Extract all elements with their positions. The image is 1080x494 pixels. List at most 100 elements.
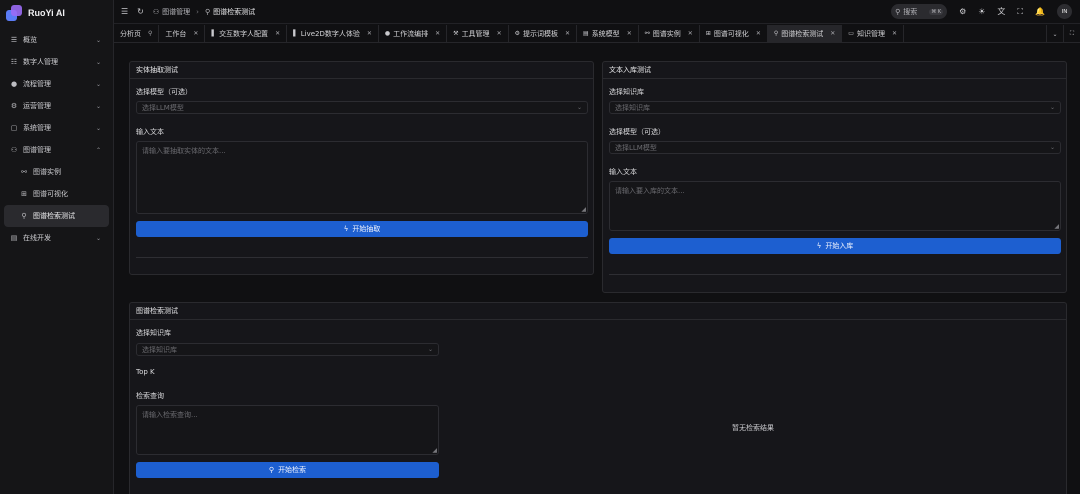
refresh-icon[interactable]: ↻	[137, 7, 144, 16]
tabs-dropdown-icon[interactable]: ⌄	[1046, 25, 1063, 43]
sidebar-item-graph-instance[interactable]: ⚯ 图谱实例	[4, 161, 109, 183]
breadcrumb: ⚇ 图谱管理 › ⚲ 图谱检索测试	[153, 7, 255, 17]
sidebar-menu: ☰ 概览 ⌄ ☷ 数字人管理 ⌄ ● 流程管理 ⌄ ⚙ 运营管理 ⌄ ▢ 系统管…	[0, 25, 113, 253]
tab-graph-instance[interactable]: ⚯ 图谱实例 ✕	[639, 25, 700, 42]
search-label: 搜索	[903, 7, 918, 16]
graph-icon: ⚇	[152, 7, 160, 16]
resize-handle-icon[interactable]: ◢	[581, 206, 586, 213]
chevron-down-icon: ⌄	[95, 58, 101, 66]
tab-analysis[interactable]: 分析页 ⚲	[114, 25, 160, 42]
sidebar-item-operation[interactable]: ⚙ 运营管理 ⌄	[4, 95, 109, 117]
sidebar-item-graph[interactable]: ⚇ 图谱管理 ⌃	[4, 139, 109, 161]
resize-handle-icon[interactable]: ◢	[432, 447, 437, 454]
book-icon: ▭	[848, 30, 854, 37]
close-icon[interactable]: ✕	[565, 30, 570, 37]
menu-toggle-icon[interactable]: ☰	[121, 7, 128, 16]
device-icon: ▌	[293, 30, 298, 37]
sidebar-item-label: 图谱检索测试	[33, 212, 75, 220]
sidebar-item-system[interactable]: ▢ 系统管理 ⌄	[4, 117, 109, 139]
tab-label: 工作台	[165, 29, 187, 38]
close-icon[interactable]: ✕	[756, 30, 761, 37]
ingest-text-input[interactable]: 请输入要入库的文本... ◢	[609, 181, 1061, 231]
tab-label: Live2D数字人体验	[300, 29, 360, 38]
tab-tools[interactable]: ⚒ 工具管理 ✕	[447, 25, 509, 42]
close-icon[interactable]: ✕	[367, 30, 372, 37]
start-search-button[interactable]: ⚲ 开始检索	[136, 462, 439, 478]
close-icon[interactable]: ✕	[193, 30, 198, 37]
tab-graph-search[interactable]: ⚲ 图谱检索测试 ✕	[767, 25, 843, 42]
tab-graph-visual[interactable]: ⊞ 图谱可视化 ✕	[700, 25, 768, 42]
field-label: 输入文本	[136, 128, 164, 136]
fullscreen-icon[interactable]: ⛶	[1017, 7, 1023, 17]
tab-workbench[interactable]: 工作台 ✕	[159, 25, 206, 42]
close-icon[interactable]: ✕	[892, 30, 897, 37]
sidebar-item-graph-visual[interactable]: ⊞ 图谱可视化	[4, 183, 109, 205]
button-label: 开始检索	[278, 466, 307, 474]
top-bar: ☰ ↻ ⚇ 图谱管理 › ⚲ 图谱检索测试 ⚲ 搜索 ⌘ K ⚙ ☀ 文 ⛶ 🔔…	[114, 0, 1080, 24]
tab-system-model[interactable]: ▤ 系统模型 ✕	[577, 25, 639, 42]
divider	[609, 274, 1061, 275]
language-icon[interactable]: 文	[997, 6, 1005, 17]
field-label: 选择模型（可选）	[609, 128, 665, 136]
sidebar-item-label: 系统管理	[23, 124, 51, 132]
close-icon[interactable]: ✕	[627, 30, 632, 37]
sidebar-item-flow[interactable]: ● 流程管理 ⌄	[4, 73, 109, 95]
chevron-down-icon: ⌄	[576, 104, 582, 111]
logo[interactable]: RuoYi AI	[0, 0, 113, 25]
sidebar-item-graph-search[interactable]: ⚲ 图谱检索测试	[4, 205, 109, 227]
gear-icon: ⚙	[514, 30, 520, 37]
logo-icon	[6, 4, 22, 21]
button-label: 开始抽取	[352, 225, 381, 233]
tab-digital-human-config[interactable]: ▌ 交互数字人配置 ✕	[205, 25, 288, 42]
sidebar-item-label: 图谱可视化	[33, 190, 68, 198]
lightning-icon: ϟ	[343, 225, 349, 233]
entity-text-input[interactable]: 请输入要抽取实体的文本... ◢	[136, 141, 588, 214]
theme-toggle-icon[interactable]: ☀	[978, 7, 985, 16]
global-search-button[interactable]: ⚲ 搜索 ⌘ K	[891, 4, 948, 19]
close-icon[interactable]: ✕	[688, 30, 693, 37]
sidebar-item-label: 流程管理	[23, 80, 51, 88]
tabs-maximize-icon[interactable]: ⛶	[1063, 25, 1080, 43]
chevron-down-icon: ⌄	[95, 36, 101, 44]
digital-human-icon: ☷	[10, 58, 18, 66]
select-placeholder: 选择知识库	[142, 345, 177, 354]
start-ingest-button[interactable]: ϟ 开始入库	[609, 238, 1061, 254]
tab-label: 知识管理	[856, 29, 885, 38]
knowledge-base-select[interactable]: 选择知识库 ⌄	[609, 101, 1061, 114]
top-bar-actions: ⚲ 搜索 ⌘ K ⚙ ☀ 文 ⛶ 🔔 IN	[891, 4, 1072, 19]
tab-bar-actions: ⌄ ⛶	[1046, 25, 1080, 43]
start-extract-button[interactable]: ϟ 开始抽取	[136, 221, 588, 237]
avatar[interactable]: IN	[1057, 4, 1072, 19]
graph-icon: ⚇	[10, 146, 18, 154]
graph-visual-icon: ⊞	[705, 30, 711, 37]
tab-knowledge[interactable]: ▭ 知识管理 ✕	[842, 25, 904, 42]
search-query-input[interactable]: 请输入检索查询... ◢	[136, 405, 439, 455]
tab-workflow[interactable]: ● 工作流编排 ✕	[379, 25, 448, 42]
resize-handle-icon[interactable]: ◢	[1054, 223, 1059, 230]
sidebar-item-overview[interactable]: ☰ 概览 ⌄	[4, 29, 109, 51]
textarea-placeholder: 请输入要抽取实体的文本...	[142, 147, 226, 155]
close-icon[interactable]: ✕	[497, 30, 502, 37]
tab-live2d[interactable]: ▌ Live2D数字人体验 ✕	[287, 25, 379, 42]
field-label: 选择知识库	[609, 88, 644, 96]
sidebar-item-digital-human[interactable]: ☷ 数字人管理 ⌄	[4, 51, 109, 73]
notification-bell-icon[interactable]: 🔔	[1035, 7, 1045, 16]
sidebar-item-label: 数字人管理	[23, 58, 58, 66]
button-label: 开始入库	[825, 242, 854, 250]
llm-model-select[interactable]: 选择LLM模型 ⌄	[609, 141, 1061, 154]
close-icon[interactable]: ✕	[830, 30, 835, 37]
llm-model-select[interactable]: 选择LLM模型 ⌄	[136, 101, 588, 114]
overview-icon: ☰	[10, 36, 18, 44]
settings-icon[interactable]: ⚙	[959, 7, 966, 16]
breadcrumb-item[interactable]: 图谱管理	[162, 7, 190, 17]
close-icon[interactable]: ✕	[435, 30, 440, 37]
knowledge-base-select[interactable]: 选择知识库 ⌄	[136, 343, 439, 356]
chevron-down-icon: ⌄	[95, 102, 101, 110]
close-icon[interactable]: ✕	[275, 30, 280, 37]
sidebar-item-dev[interactable]: ▤ 在线开发 ⌄	[4, 227, 109, 249]
tab-prompt-template[interactable]: ⚙ 提示词模板 ✕	[509, 25, 578, 42]
tab-label: 系统模型	[591, 29, 620, 38]
pin-icon[interactable]: ⚲	[148, 30, 152, 37]
chevron-right-icon: ›	[196, 7, 199, 16]
tab-label: 工作流编排	[393, 29, 429, 38]
